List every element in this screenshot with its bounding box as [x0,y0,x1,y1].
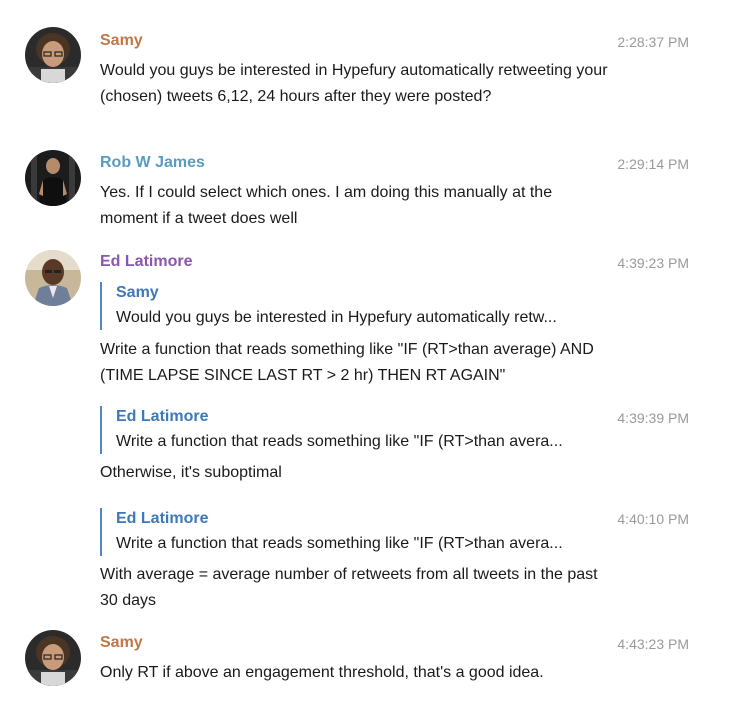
reply-quote[interactable]: Ed Latimore Write a function that reads … [100,508,636,556]
quote-sender: Ed Latimore [116,408,209,425]
message-text: With average = average number of retweet… [100,566,598,609]
message-text: Write a function that reads something li… [100,341,594,384]
quote-text: Write a function that reads something li… [116,535,563,552]
sender-name[interactable]: Ed Latimore [100,253,192,271]
message-text: Would you guys be interested in Hypefury… [100,62,608,105]
reply-quote[interactable]: Ed Latimore Write a function that reads … [100,406,636,454]
samy-avatar[interactable] [25,630,81,686]
message-text: Otherwise, it's suboptimal [100,464,282,481]
samy-avatar[interactable] [25,27,81,83]
timestamp: 2:28:37 PM [617,34,689,50]
ed-avatar[interactable] [25,250,81,306]
timestamp: 4:39:23 PM [617,255,689,271]
message-text: Only RT if above an engagement threshold… [100,664,544,681]
quote-text: Write a function that reads something li… [116,433,563,450]
quote-sender: Ed Latimore [116,510,209,527]
quote-text: Would you guys be interested in Hypefury… [116,309,557,326]
sender-name[interactable]: Samy [100,32,143,50]
timestamp: 4:43:23 PM [617,636,689,652]
rob-avatar[interactable] [25,150,81,206]
timestamp: 2:29:14 PM [617,156,689,172]
quote-sender: Samy [116,284,159,301]
reply-quote[interactable]: Samy Would you guys be interested in Hyp… [100,282,636,330]
sender-name[interactable]: Samy [100,634,143,652]
sender-name[interactable]: Rob W James [100,154,205,172]
message-text: Yes. If I could select which ones. I am … [100,184,553,227]
